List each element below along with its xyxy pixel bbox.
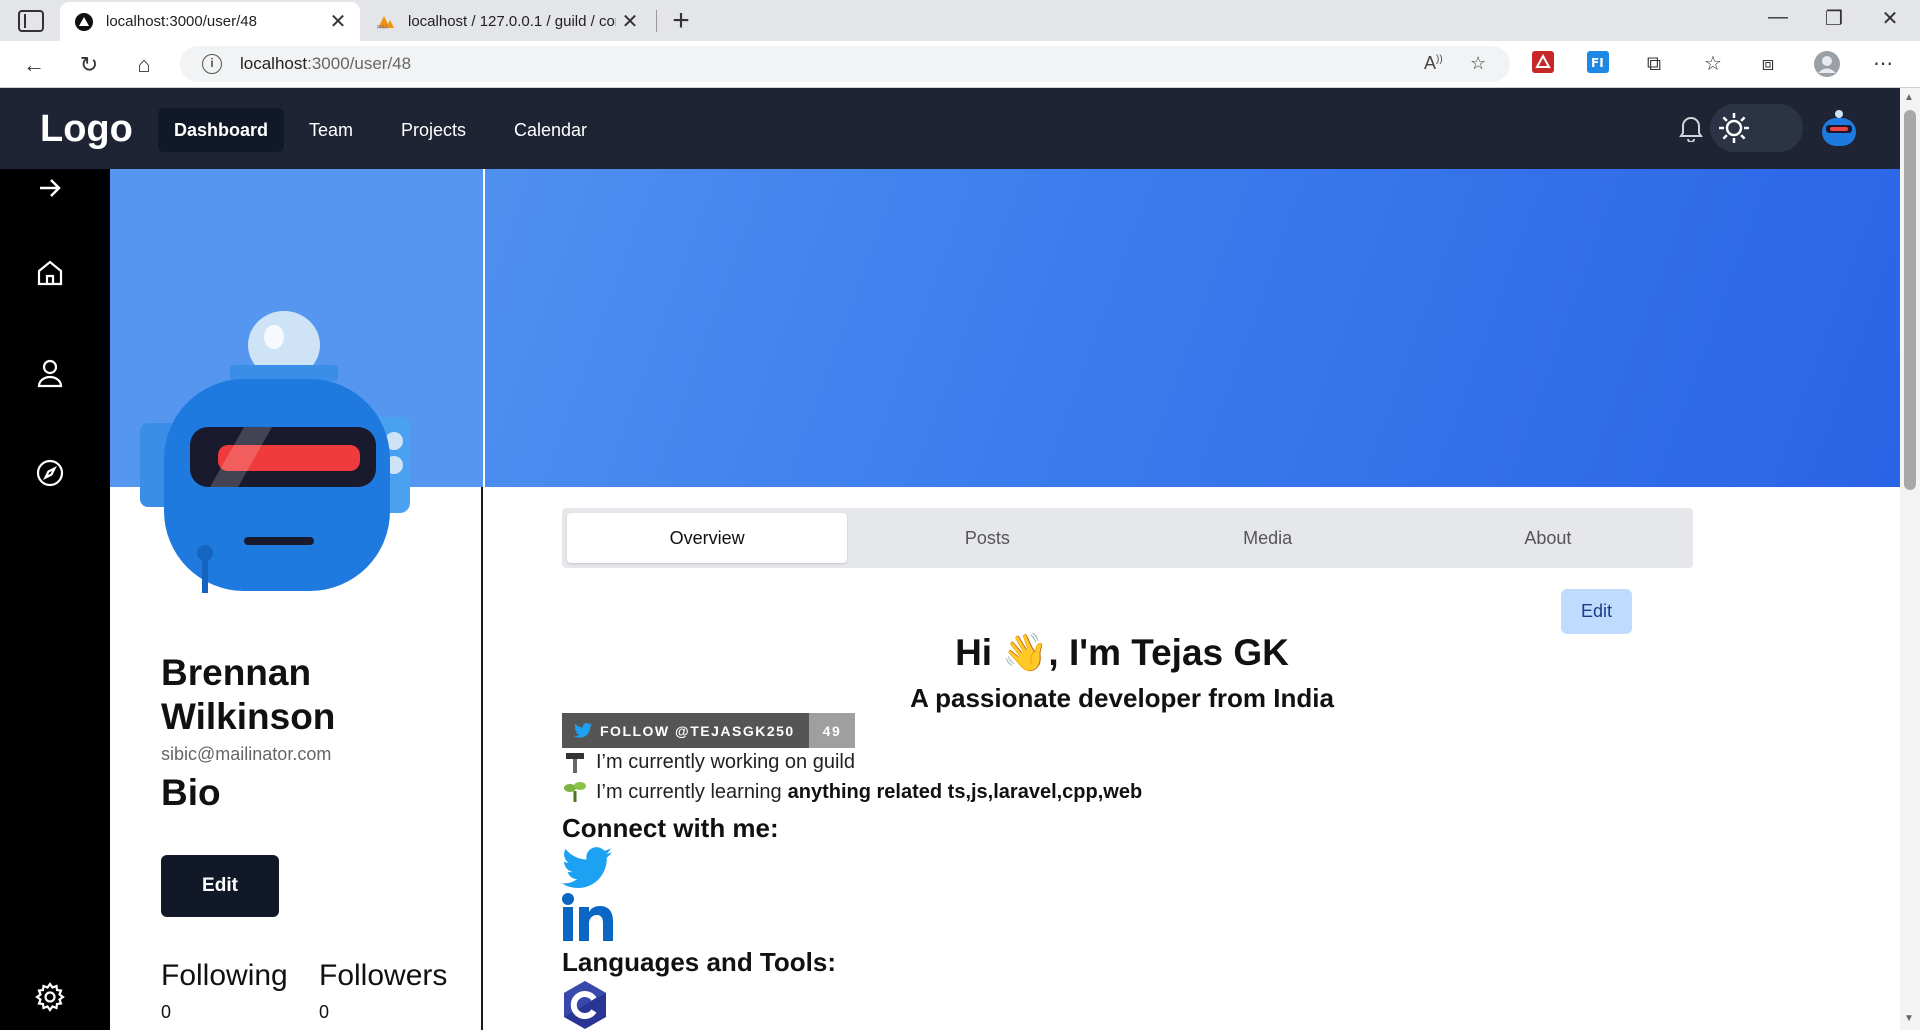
compass-icon[interactable] bbox=[34, 457, 66, 489]
theme-toggle[interactable] bbox=[1710, 104, 1803, 152]
close-tab-icon[interactable]: ✕ bbox=[324, 9, 352, 34]
address-bar: ← ↻ ⌂ i localhost:3000/user/48 A)) ☆ FI … bbox=[0, 41, 1920, 88]
nav-projects[interactable]: Projects bbox=[385, 108, 482, 152]
working-text: I’m currently working on guild bbox=[596, 750, 855, 773]
page-scrollbar[interactable]: ▲ ▼ bbox=[1900, 88, 1920, 1030]
home-icon[interactable]: ⌂ bbox=[128, 50, 160, 80]
bio-heading: Bio bbox=[161, 772, 221, 813]
seedling-icon bbox=[562, 780, 588, 804]
followers-label[interactable]: Followers bbox=[319, 959, 447, 993]
home-icon[interactable] bbox=[34, 257, 66, 289]
profile-icon[interactable] bbox=[1814, 51, 1840, 77]
c-language-icon[interactable] bbox=[562, 980, 608, 1030]
scroll-up-icon[interactable]: ▲ bbox=[1904, 92, 1914, 103]
edit-profile-button[interactable]: Edit bbox=[161, 855, 279, 917]
cover-banner bbox=[485, 169, 1900, 487]
phpmyadmin-favicon-icon: PMA bbox=[376, 12, 396, 32]
browser-tabstrip: localhost:3000/user/48 ✕ PMA localhost /… bbox=[0, 0, 1920, 41]
close-tab-icon[interactable]: ✕ bbox=[616, 9, 644, 34]
collections-icon[interactable]: ⧈ bbox=[1755, 51, 1781, 77]
user-avatar[interactable] bbox=[1818, 108, 1860, 148]
badge-label: FOLLOW @TEJASGK250 bbox=[600, 722, 795, 739]
browser-tab-title: localhost / 127.0.0.1 / guild / con bbox=[408, 13, 616, 30]
readme-subtitle: A passionate developer from India bbox=[910, 683, 1334, 713]
working-line: I’m currently working on guild bbox=[562, 750, 855, 774]
twitter-follow-badge[interactable]: FOLLOW @TEJASGK250 49 bbox=[562, 713, 856, 748]
browser-tab-active[interactable]: localhost:3000/user/48 ✕ bbox=[60, 2, 360, 41]
settings-icon[interactable] bbox=[34, 981, 66, 1013]
tab-actions-icon[interactable] bbox=[18, 10, 44, 32]
fi-extension-icon[interactable]: FI bbox=[1585, 51, 1611, 77]
sidebar bbox=[0, 169, 110, 1030]
svg-text:FI: FI bbox=[1591, 56, 1604, 70]
following-count: 0 bbox=[161, 1002, 172, 1022]
edit-readme-button[interactable]: Edit bbox=[1561, 589, 1632, 634]
browser-tab-inactive[interactable]: PMA localhost / 127.0.0.1 / guild / con … bbox=[362, 2, 652, 41]
read-aloud-icon[interactable]: A)) bbox=[1424, 53, 1443, 74]
tools-heading: Languages and Tools: bbox=[562, 947, 836, 977]
new-tab-icon[interactable]: + bbox=[666, 4, 696, 38]
followers-count: 0 bbox=[319, 1002, 330, 1022]
restore-icon[interactable]: ❐ bbox=[1814, 6, 1854, 31]
nav-team[interactable]: Team bbox=[293, 108, 369, 152]
robot-avatar-image bbox=[134, 309, 444, 609]
nav-calendar[interactable]: Calendar bbox=[498, 108, 603, 152]
site-info-icon[interactable]: i bbox=[202, 54, 222, 74]
url-host: localhost bbox=[240, 54, 308, 73]
triangle-favicon-icon bbox=[74, 12, 94, 32]
learning-line: I’m currently learning anything related … bbox=[562, 780, 1142, 804]
following-label[interactable]: Following bbox=[161, 959, 288, 993]
scrollbar-thumb[interactable] bbox=[1904, 110, 1916, 490]
refresh-icon[interactable]: ↻ bbox=[73, 50, 105, 80]
app-header: Logo Dashboard Team Projects Calendar bbox=[0, 88, 1900, 169]
hammer-icon bbox=[562, 750, 588, 774]
user-icon[interactable] bbox=[34, 357, 66, 389]
tab-about[interactable]: About bbox=[1408, 513, 1688, 563]
twitter-small-icon bbox=[574, 723, 592, 738]
extensions-icon[interactable]: ⧉ bbox=[1641, 51, 1667, 77]
profile-tabs: Overview Posts Media About bbox=[562, 508, 1693, 568]
favorites-icon[interactable]: ☆ bbox=[1700, 51, 1726, 77]
logo[interactable]: Logo bbox=[40, 108, 133, 151]
profile-name: Brennan Wilkinson bbox=[161, 652, 336, 737]
badge-count: 49 bbox=[822, 722, 842, 739]
close-window-icon[interactable]: ✕ bbox=[1870, 6, 1910, 31]
more-menu-icon[interactable]: ⋯ bbox=[1870, 51, 1896, 77]
minimize-icon[interactable]: — bbox=[1758, 6, 1798, 29]
bell-icon[interactable] bbox=[1678, 114, 1704, 143]
nav-dashboard[interactable]: Dashboard bbox=[158, 108, 285, 152]
twitter-icon[interactable] bbox=[562, 847, 612, 894]
tab-posts[interactable]: Posts bbox=[847, 513, 1127, 563]
svg-text:PMA: PMA bbox=[377, 25, 388, 30]
browser-tab-title: localhost:3000/user/48 bbox=[106, 13, 257, 30]
tab-media[interactable]: Media bbox=[1128, 513, 1408, 563]
sun-icon bbox=[1712, 106, 1756, 150]
profile-email: sibic@mailinator.com bbox=[161, 744, 332, 764]
url-path: :3000/user/48 bbox=[307, 54, 412, 73]
connect-heading: Connect with me: bbox=[562, 813, 779, 843]
learning-topics: anything related ts,js,laravel,cpp,web bbox=[787, 780, 1143, 803]
readme-title: Hi 👋, I'm Tejas GK bbox=[955, 632, 1289, 673]
learning-text: I’m currently learning bbox=[596, 780, 782, 803]
arrow-right-icon[interactable] bbox=[34, 172, 66, 204]
scroll-down-icon[interactable]: ▼ bbox=[1904, 1013, 1914, 1024]
url-text: localhost:3000/user/48 bbox=[240, 54, 411, 74]
back-icon[interactable]: ← bbox=[18, 50, 50, 80]
tab-overview[interactable]: Overview bbox=[567, 513, 848, 563]
add-favorite-icon[interactable]: ☆ bbox=[1470, 53, 1486, 74]
pdf-extension-icon[interactable] bbox=[1530, 51, 1556, 77]
url-field[interactable]: i localhost:3000/user/48 A)) ☆ bbox=[180, 46, 1510, 82]
profile-panel: Brennan Wilkinson sibic@mailinator.com B… bbox=[110, 169, 483, 1030]
tab-separator bbox=[656, 10, 657, 32]
linkedin-icon[interactable] bbox=[562, 893, 614, 948]
